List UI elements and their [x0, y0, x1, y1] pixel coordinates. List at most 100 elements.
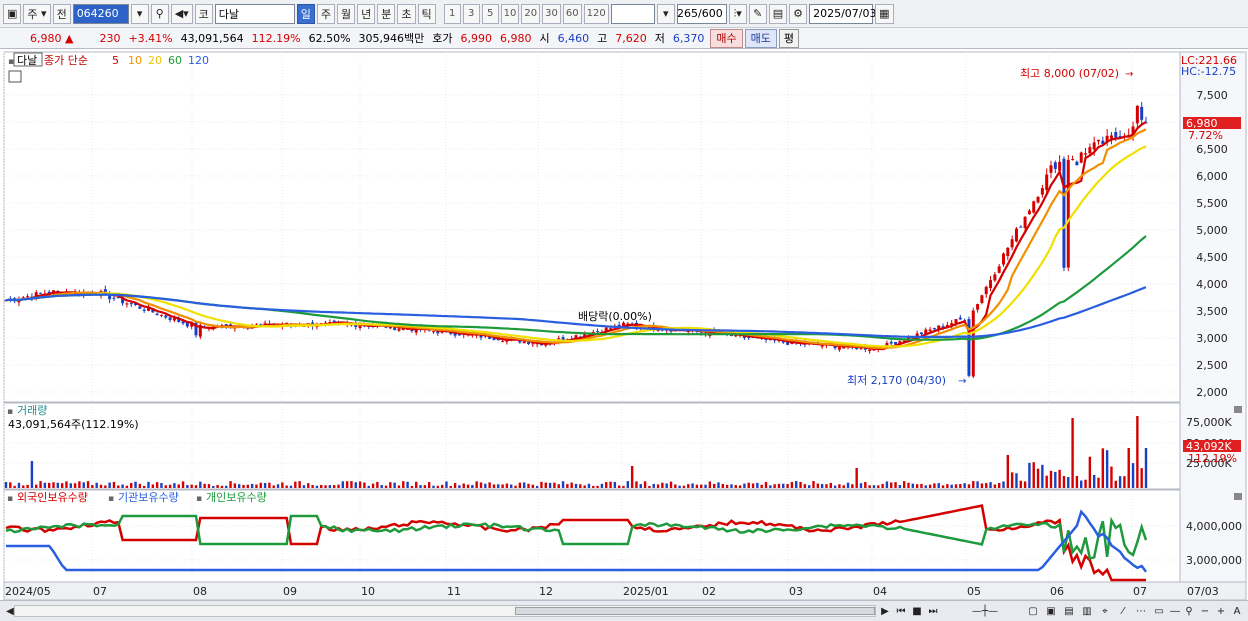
ma-60-label[interactable]: 60 — [168, 54, 182, 67]
volume-bar — [1136, 416, 1139, 488]
search-icon[interactable]: ⚲ — [150, 3, 169, 24]
candle-body — [125, 303, 129, 305]
period-month-tab[interactable]: 월 — [337, 3, 356, 24]
holding-grip-icon[interactable]: ▪ — [7, 494, 13, 504]
rewind-icon[interactable]: ⏮ — [894, 604, 908, 618]
period-week-tab[interactable]: 주 — [316, 3, 336, 24]
box-icon[interactable]: ▭ — [1152, 604, 1166, 618]
ma-5-label[interactable]: 5 — [112, 54, 119, 67]
interval-1[interactable]: 1 — [443, 3, 461, 24]
fast-forward-icon[interactable]: ⏭ — [926, 604, 940, 618]
interval-60[interactable]: 60 — [562, 3, 582, 24]
interval-30[interactable]: 30 — [542, 3, 561, 24]
stock-code-input[interactable]: 064260 — [72, 3, 129, 24]
holding-panel-close-icon[interactable] — [1234, 493, 1242, 500]
grid-icon[interactable]: ⋯ — [1134, 604, 1148, 618]
volume-bar — [1045, 475, 1048, 488]
text-size-icon[interactable]: A — [1230, 604, 1244, 618]
stop-icon[interactable]: ■ — [910, 604, 924, 618]
candle-body — [1058, 161, 1062, 171]
scroll-track[interactable] — [14, 605, 876, 617]
interval-custom-input[interactable] — [610, 3, 655, 24]
data-count-input[interactable]: 265/600 — [676, 3, 727, 24]
volume-bar — [1131, 463, 1135, 488]
period-year-tab[interactable]: 년 — [357, 3, 376, 24]
period-second-tab[interactable]: 초 — [397, 3, 416, 24]
prev-button[interactable]: 전 — [52, 3, 71, 24]
volume-bar — [592, 485, 595, 488]
period-minute-tab[interactable]: 분 — [377, 3, 396, 24]
save-icon[interactable]: ▤ — [768, 3, 788, 24]
stock-name-field[interactable]: 다날 — [214, 3, 295, 24]
volume-bar — [505, 483, 509, 488]
layout-icon-3[interactable]: ▤ — [1062, 604, 1076, 618]
candle-body — [1036, 196, 1040, 203]
layout-icon-2[interactable]: ▣ — [1044, 604, 1058, 618]
ma-120-label[interactable]: 120 — [188, 54, 209, 67]
volume-bar — [682, 485, 686, 488]
stock-chart[interactable]: 7,5007,0006,5006,0005,5005,0004,5004,000… — [0, 50, 1248, 601]
volume-grip-icon[interactable]: ▪ — [7, 407, 13, 417]
open-price: 6,460 — [557, 31, 590, 45]
period-type-select[interactable]: 주 ▾ — [23, 3, 51, 24]
code-prefix[interactable]: 코 — [194, 3, 213, 24]
scroll-right-icon[interactable]: ▶ — [878, 604, 892, 618]
interval-10[interactable]: 10 — [500, 3, 520, 24]
bid-price: 6,980 — [500, 31, 532, 45]
volume-bar — [203, 483, 206, 488]
ma-20-label[interactable]: 20 — [148, 54, 162, 67]
volume-bar — [933, 483, 936, 488]
volume-bar — [142, 485, 146, 488]
volume-bar — [803, 484, 807, 488]
dropdown-icon[interactable]: ▾ — [130, 3, 149, 24]
ma-10-label[interactable]: 10 — [128, 54, 142, 67]
calendar-icon[interactable]: ▦ — [875, 3, 894, 24]
zoom-out-icon[interactable]: − — [1198, 604, 1212, 618]
zoom-in-icon[interactable]: + — [1214, 604, 1228, 618]
date-input[interactable]: 2025/07/03 — [809, 3, 877, 24]
candle-type-icon[interactable]: ⫶▾ — [728, 3, 747, 24]
sell-button[interactable]: 매도 — [744, 28, 777, 48]
price-tick-label: 4,500 — [1196, 251, 1228, 264]
volume-bar — [402, 481, 405, 488]
sound-icon[interactable]: ◀▾ — [170, 3, 193, 24]
layout-icon-4[interactable]: ▥ — [1080, 604, 1094, 618]
scroll-thumb[interactable] — [515, 607, 875, 615]
chart-scrollbar[interactable]: ◀ ▶ ⏮ ■ ⏭ —┼— ▢ ▣ ▤ ▥ ⌖ ⁄ ⋯ ▭ ― ⚲ − + A — [0, 600, 1248, 621]
holding-grip-icon-2[interactable]: ▪ — [108, 494, 114, 504]
settings-icon[interactable]: ⚙ — [789, 3, 808, 24]
interval-20[interactable]: 20 — [521, 3, 541, 24]
crosshair-icon[interactable]: ⌖ — [1098, 604, 1112, 618]
period-tick-tab[interactable]: 틱 — [417, 3, 436, 24]
volume-bar — [181, 481, 185, 488]
panel-grip-icon[interactable]: ▪ — [8, 57, 14, 67]
tools-icon[interactable]: ✎ — [748, 3, 767, 24]
volume-bar — [937, 483, 940, 488]
volume-bar — [315, 485, 319, 488]
volume-panel-close-icon[interactable] — [1234, 406, 1242, 413]
x-tick-label: 08 — [193, 585, 207, 598]
interval-dropdown-icon[interactable]: ▾ — [656, 3, 675, 24]
zoom-slider[interactable]: —┼— — [950, 604, 1020, 618]
volume-bar — [1028, 462, 1031, 488]
line-icon[interactable]: ― — [1168, 604, 1182, 618]
interval-3[interactable]: 3 — [462, 3, 480, 24]
volume-bar — [842, 485, 845, 488]
x-tick-label: 10 — [361, 585, 375, 598]
layout-icon-1[interactable]: ▢ — [1026, 604, 1040, 618]
holding-grip-icon-3[interactable]: ▪ — [196, 494, 202, 504]
volume-bar — [324, 485, 327, 488]
volume-bar — [151, 484, 155, 488]
volume-bar — [661, 482, 664, 488]
draw-icon[interactable]: ⁄ — [1116, 604, 1130, 618]
chart-area[interactable]: 7,5007,0006,5006,0005,5005,0004,5004,000… — [0, 50, 1248, 601]
flat-button[interactable]: 평 — [778, 28, 800, 48]
magnify-icon[interactable]: ⚲ — [1182, 604, 1196, 618]
period-day-tab[interactable]: 일 — [296, 3, 315, 24]
buy-button[interactable]: 매수 — [710, 28, 743, 48]
candle-body — [1071, 159, 1075, 161]
interval-120[interactable]: 120 — [583, 3, 609, 24]
interval-5[interactable]: 5 — [481, 3, 499, 24]
window-icon[interactable]: ▣ — [3, 3, 22, 24]
data-table-icon[interactable] — [8, 70, 22, 83]
